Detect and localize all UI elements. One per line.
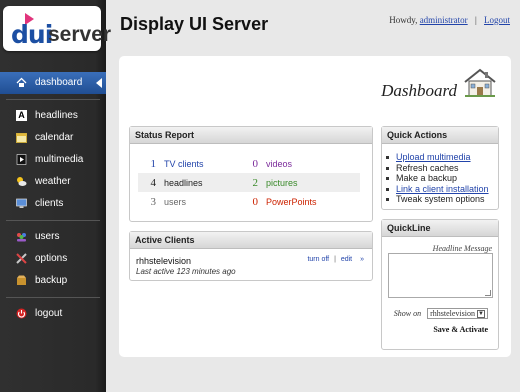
sidebar-item-users[interactable]: users: [0, 226, 106, 248]
sidebar-item-label: backup: [35, 275, 68, 286]
quick-actions-box: Quick Actions Upload multimedia Refresh …: [381, 126, 499, 210]
sidebar-item-label: dashboard: [35, 77, 83, 88]
status-row: 3 users 0 PowerPoints: [138, 192, 360, 211]
upload-multimedia-link[interactable]: Upload multimedia: [386, 152, 489, 163]
active-clients-title: Active Clients: [130, 232, 372, 249]
sidebar-item-label: headlines: [35, 110, 78, 121]
film-icon: [16, 154, 27, 165]
client-select-value: rhhstelevision: [430, 309, 475, 318]
monitor-icon: [16, 198, 27, 209]
sidebar-item-options[interactable]: options: [0, 248, 106, 270]
headline-message-textarea[interactable]: [388, 253, 493, 298]
tv-clients-link[interactable]: TV clients: [164, 154, 246, 173]
refresh-caches-item[interactable]: Refresh caches: [386, 163, 489, 174]
main-panel: Dashboard Status Report 1 TV clients 0 v…: [119, 56, 511, 357]
sidebar-item-label: weather: [35, 176, 71, 187]
sidebar-item-weather[interactable]: weather: [0, 171, 106, 193]
user-bar: Howdy, administrator | Logout: [389, 15, 510, 25]
dropdown-arrow-icon: ▼: [477, 310, 485, 319]
status-report-title: Status Report: [130, 127, 372, 144]
videos-count: 0: [252, 157, 259, 170]
sidebar-item-backup[interactable]: backup: [0, 270, 106, 292]
logo-server-text: server: [48, 23, 112, 46]
active-clients-box: Active Clients rhhstelevision Last activ…: [129, 231, 373, 281]
users-link[interactable]: users: [164, 192, 246, 211]
logout-link[interactable]: Logout: [484, 15, 510, 25]
show-on-row: Show on rhhstelevision ▼: [393, 308, 488, 320]
client-last-active: Last active 123 minutes ago: [136, 267, 236, 276]
sidebar-divider: [6, 99, 100, 100]
tweak-system-options-item[interactable]: Tweak system options: [386, 194, 489, 205]
make-backup-item[interactable]: Make a backup: [386, 173, 489, 184]
users-icon: [16, 231, 27, 242]
sidebar-item-label: logout: [35, 308, 63, 319]
house-illustration-icon: [464, 68, 496, 97]
logo-dui-text: dui: [11, 20, 53, 49]
save-activate-button[interactable]: Save & Activate: [433, 325, 488, 334]
sidebar-item-logout[interactable]: logout: [0, 303, 106, 325]
app-title: Display UI Server: [120, 14, 269, 34]
sidebar-item-label: multimedia: [35, 154, 84, 165]
headlines-link[interactable]: headlines: [164, 173, 246, 192]
client-row: rhhstelevision Last active 123 minutes a…: [136, 256, 368, 276]
username-link[interactable]: administrator: [420, 15, 468, 25]
users-count: 3: [150, 195, 157, 208]
sun-cloud-icon: [16, 176, 27, 187]
sidebar-nav: dashboard A headlines calendar multimedi…: [0, 72, 106, 325]
turn-off-link[interactable]: turn off: [307, 256, 329, 263]
sidebar-item-label: clients: [35, 198, 64, 209]
pictures-count: 2: [246, 173, 266, 192]
more-link[interactable]: »: [360, 256, 364, 263]
client-action-separator: |: [334, 256, 336, 263]
sidebar-item-multimedia[interactable]: multimedia: [0, 149, 106, 171]
status-report-box: Status Report 1 TV clients 0 videos 4 he…: [129, 126, 373, 222]
power-icon: [16, 308, 27, 319]
videos-link[interactable]: videos: [266, 154, 360, 173]
powerpoints-count: 0: [252, 195, 259, 208]
sidebar-item-headlines[interactable]: A headlines: [0, 105, 106, 127]
sidebar-divider: [6, 220, 100, 221]
greeting-text: Howdy,: [389, 15, 418, 25]
box-icon: [16, 275, 27, 286]
house-icon: [16, 77, 27, 88]
header-separator: |: [474, 15, 477, 25]
tools-icon: [16, 253, 27, 264]
page-title: Dashboard: [381, 81, 457, 100]
quickline-box: QuickLine Headline Message Show on rhhst…: [381, 219, 499, 350]
client-select[interactable]: rhhstelevision ▼: [427, 308, 488, 320]
show-on-label: Show on: [393, 309, 422, 318]
letter-a-icon: A: [16, 110, 27, 121]
sidebar-divider: [6, 297, 100, 298]
sidebar-item-calendar[interactable]: calendar: [0, 127, 106, 149]
calendar-icon: [16, 132, 27, 143]
client-actions: turn off | edit »: [304, 256, 364, 263]
edit-link[interactable]: edit: [341, 256, 352, 263]
status-row: 4 headlines 2 pictures: [138, 173, 360, 192]
quick-actions-list: Upload multimedia Refresh caches Make a …: [386, 152, 489, 205]
headlines-count: 4: [138, 173, 164, 192]
tv-clients-count: 1: [150, 157, 157, 170]
link-client-installation-link[interactable]: Link a client installation: [386, 184, 489, 195]
sidebar-item-dashboard[interactable]: dashboard: [0, 72, 106, 94]
quickline-title: QuickLine: [382, 220, 498, 237]
dui-server-logo[interactable]: dui server: [3, 6, 111, 51]
sidebar: dui server dashboard A headlines calenda…: [0, 0, 111, 392]
status-row: 1 TV clients 0 videos: [138, 154, 360, 173]
powerpoints-link[interactable]: PowerPoints: [266, 192, 360, 211]
pictures-link[interactable]: pictures: [266, 173, 360, 192]
headline-message-label: Headline Message: [432, 244, 492, 253]
sidebar-item-label: calendar: [35, 132, 74, 143]
sidebar-item-clients[interactable]: clients: [0, 193, 106, 215]
status-table: 1 TV clients 0 videos 4 headlines 2 pict…: [138, 154, 360, 211]
sidebar-item-label: users: [35, 231, 60, 242]
sidebar-item-label: options: [35, 253, 68, 264]
quick-actions-title: Quick Actions: [382, 127, 498, 144]
